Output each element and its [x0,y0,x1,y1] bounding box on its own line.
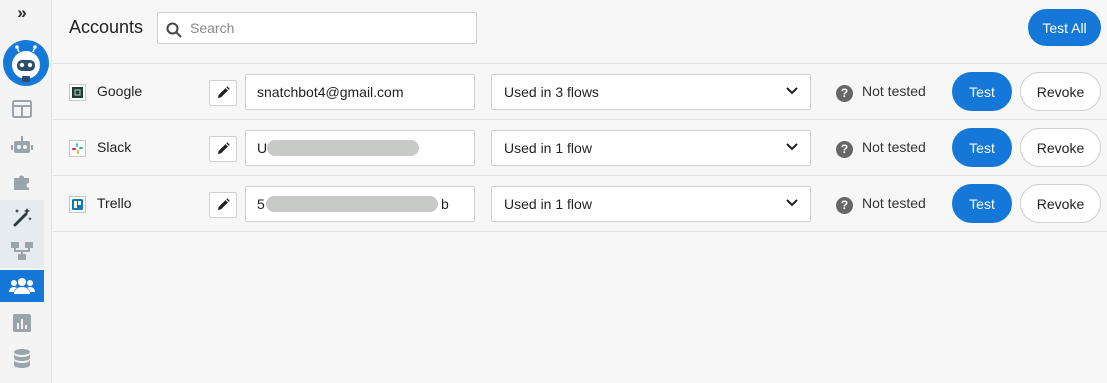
test-button[interactable]: Test [952,128,1012,167]
question-icon: ? [836,141,853,158]
page-title: Accounts [69,17,144,37]
flows-select[interactable]: Used in 1 flow [491,130,811,166]
trello-icon [69,196,86,213]
edit-button[interactable] [209,80,237,106]
edit-button[interactable] [209,192,237,218]
chevron-down-icon [786,199,798,207]
analytics-icon [13,314,31,332]
credential-value: U [257,140,268,156]
search-box[interactable] [157,12,477,44]
nav-accounts[interactable] [0,270,44,302]
test-button[interactable]: Test [952,184,1012,223]
slack-icon [69,140,86,157]
credential-field[interactable]: snatchbot4@gmail.com [245,74,475,110]
bot-avatar[interactable] [3,40,49,86]
sidebar: » [0,0,52,383]
magic-wand-icon [13,208,32,227]
nav-integrations[interactable] [0,164,44,198]
redacted-block [267,140,419,156]
account-row-trello: Trello 5 b Used in 1 flow ? Not tested T… [53,176,1107,232]
revoke-button[interactable]: Revoke [1020,128,1101,167]
redacted-block [266,196,438,212]
search-input[interactable] [190,17,470,39]
status-text: Not tested [862,83,926,99]
dashboard-icon [12,100,32,118]
search-icon [166,22,182,38]
service-name: Google [97,83,143,99]
credential-field[interactable]: U [245,130,475,166]
test-button[interactable]: Test [952,72,1012,111]
credential-suffix: b [441,196,449,212]
flows-value: Used in 1 flow [504,140,592,156]
question-icon: ? [836,85,853,102]
credential-value: snatchbot4@gmail.com [257,84,404,100]
flows-value: Used in 3 flows [504,84,599,100]
test-all-button[interactable]: Test All [1028,9,1101,46]
pencil-icon [218,198,230,210]
bot-icon [11,136,33,153]
flows-select[interactable]: Used in 3 flows [491,74,811,110]
revoke-button[interactable]: Revoke [1020,184,1101,223]
pencil-icon [218,86,230,98]
expand-sidebar-icon[interactable]: » [10,2,34,24]
nav-dashboard[interactable] [0,92,44,126]
google-sheets-icon [69,84,86,101]
integrations-icon [14,175,29,190]
chevron-down-icon [786,87,798,95]
nav-database[interactable] [0,342,44,376]
edit-button[interactable] [209,136,237,162]
accounts-icon [9,278,35,294]
account-row-google: Google snatchbot4@gmail.com Used in 3 fl… [53,64,1107,120]
credential-value: 5 [257,196,265,212]
accounts-list: Google snatchbot4@gmail.com Used in 3 fl… [53,63,1107,232]
flows-icon [11,242,33,260]
nav-bots[interactable] [0,128,44,162]
question-icon: ? [836,197,853,214]
service-name: Slack [97,139,132,155]
status-text: Not tested [862,139,926,155]
revoke-button[interactable]: Revoke [1020,72,1101,111]
account-row-slack: Slack U Used in 1 flow ? Not tested Test… [53,120,1107,176]
credential-field[interactable]: 5 b [245,186,475,222]
service-name: Trello [97,195,132,211]
flows-value: Used in 1 flow [504,196,592,212]
nav-flows[interactable] [0,234,44,268]
nav-analytics[interactable] [0,306,44,340]
chevron-down-icon [786,143,798,151]
nav-magic[interactable] [0,200,44,234]
pencil-icon [218,142,230,154]
status-text: Not tested [862,195,926,211]
flows-select[interactable]: Used in 1 flow [491,186,811,222]
database-icon [14,349,30,368]
